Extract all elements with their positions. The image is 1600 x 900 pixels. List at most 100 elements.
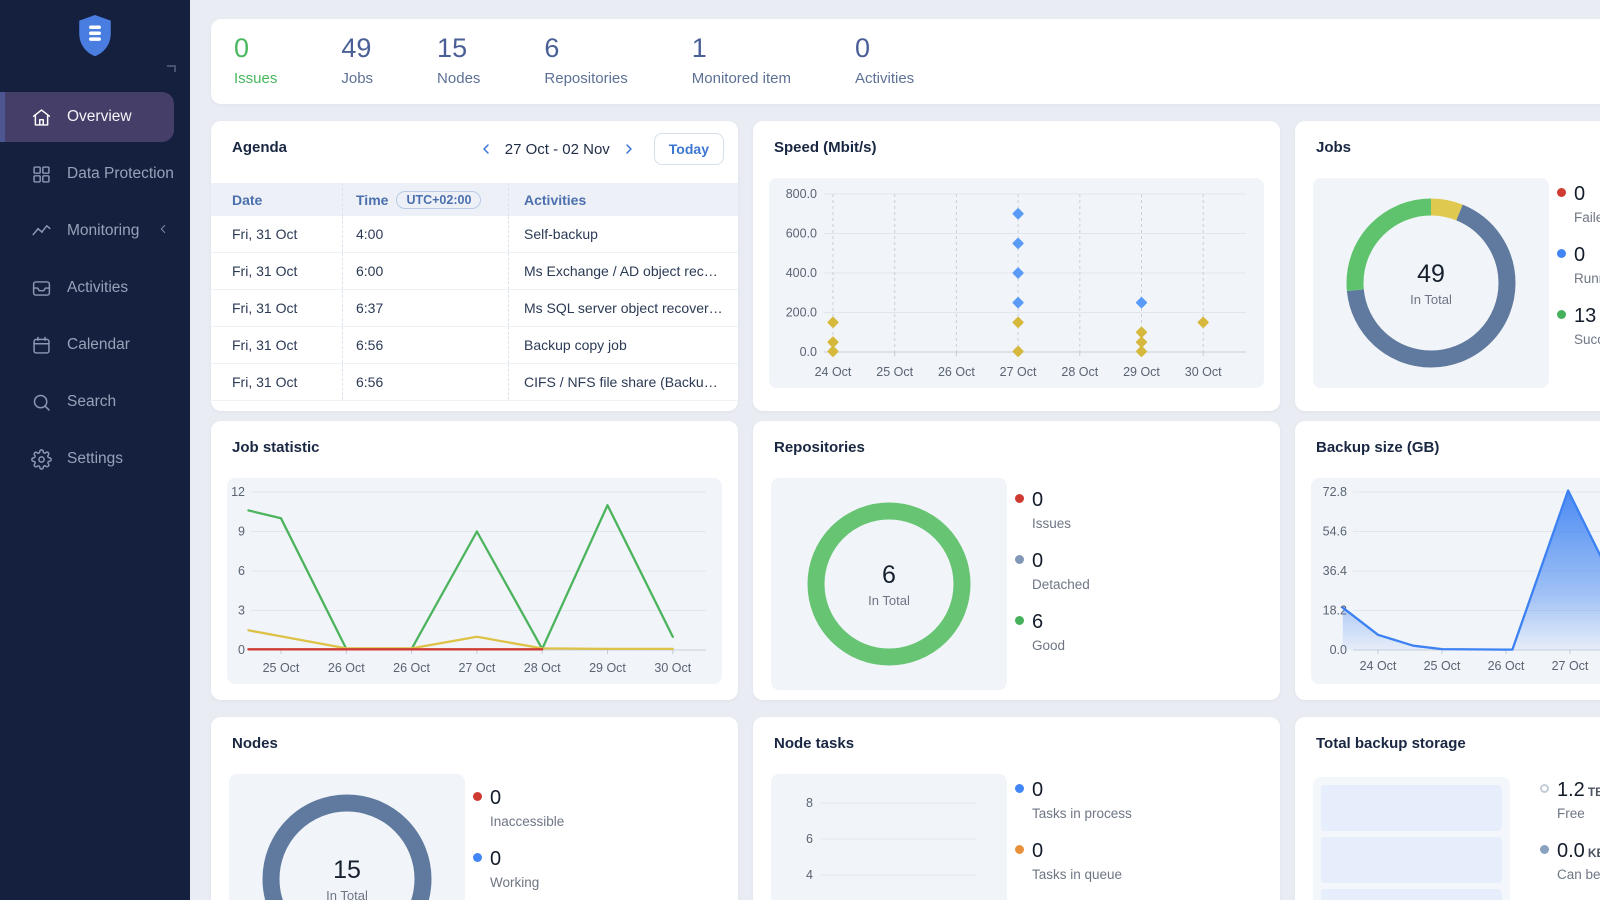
speed-scatter-chart: 0.0200.0400.0600.0800.024 Oct25 Oct26 Oc… bbox=[769, 178, 1264, 388]
svg-text:28 Oct: 28 Oct bbox=[524, 661, 561, 675]
sidebar-nav: Overview Data Protection Monitoring Acti… bbox=[0, 92, 190, 484]
svg-text:24 Oct: 24 Oct bbox=[815, 365, 852, 379]
stat-monitored-item[interactable]: 1 Monitored item bbox=[692, 32, 791, 87]
sidebar-item-monitoring[interactable]: Monitoring bbox=[0, 206, 190, 256]
svg-text:30 Oct: 30 Oct bbox=[654, 661, 691, 675]
repositories-total-label: In Total bbox=[868, 593, 910, 608]
node-tasks-card: Node tasks 02468 0 Tasks in process 0 Ta… bbox=[753, 717, 1280, 900]
legend-dot bbox=[1015, 616, 1024, 625]
legend-entry-issues: 0 Issues bbox=[1015, 489, 1265, 531]
legend-entry-running: 0 Running bbox=[1557, 244, 1600, 286]
search-icon bbox=[31, 392, 52, 413]
svg-text:30 Oct: 30 Oct bbox=[1185, 365, 1222, 379]
backup-size-card: Backup size (GB) 0.018.236.454.672.824 O… bbox=[1295, 421, 1600, 700]
legend-dot bbox=[473, 853, 482, 862]
svg-text:26 Oct: 26 Oct bbox=[1488, 659, 1525, 673]
speed-chart-panel: 0.0200.0400.0600.0800.024 Oct25 Oct26 Oc… bbox=[769, 178, 1264, 388]
svg-text:29 Oct: 29 Oct bbox=[1123, 365, 1160, 379]
legend-entry-failed: 0 Failed bbox=[1557, 183, 1600, 225]
legend-dot bbox=[473, 792, 482, 801]
job-statistic-line-chart: 03691225 Oct26 Oct26 Oct27 Oct28 Oct29 O… bbox=[227, 478, 722, 684]
repositories-donut-chart: 6 In Total bbox=[794, 489, 984, 679]
activity-icon bbox=[31, 221, 52, 242]
svg-text:9: 9 bbox=[238, 525, 245, 539]
sidebar-item-data-protection[interactable]: Data Protection bbox=[0, 149, 190, 199]
legend-dot bbox=[1540, 845, 1549, 854]
svg-text:800.0: 800.0 bbox=[786, 187, 817, 201]
svg-text:27 Oct: 27 Oct bbox=[1552, 659, 1589, 673]
storage-bars-panel bbox=[1313, 777, 1510, 900]
job-statistic-card: Job statistic 03691225 Oct26 Oct26 Oct27… bbox=[211, 421, 738, 700]
storage-bar bbox=[1321, 837, 1502, 883]
svg-text:6: 6 bbox=[238, 564, 245, 578]
repositories-title: Repositories bbox=[774, 439, 865, 456]
agenda-row[interactable]: Fri, 31 Oct 6:37 Ms SQL server object re… bbox=[211, 290, 738, 327]
legend-dot bbox=[1557, 310, 1566, 319]
sidebar-item-calendar[interactable]: Calendar bbox=[0, 320, 190, 370]
inbox-icon bbox=[31, 278, 52, 299]
sidebar-item-label: Settings bbox=[67, 450, 123, 468]
svg-text:25 Oct: 25 Oct bbox=[1424, 659, 1461, 673]
legend-dot bbox=[1557, 249, 1566, 258]
chevron-left-icon bbox=[478, 141, 494, 157]
chevron-right-icon bbox=[621, 141, 637, 157]
job-statistic-chart-panel: 03691225 Oct26 Oct26 Oct27 Oct28 Oct29 O… bbox=[227, 478, 722, 684]
svg-text:25 Oct: 25 Oct bbox=[876, 365, 913, 379]
legend-dot bbox=[1015, 494, 1024, 503]
job-statistic-title: Job statistic bbox=[232, 439, 320, 456]
nodes-total-label: In Total bbox=[326, 888, 368, 900]
grid-icon bbox=[31, 164, 52, 185]
column-header-time: Time UTC+02:00 bbox=[342, 183, 508, 216]
agenda-row[interactable]: Fri, 31 Oct 6:56 CIFS / NFS file share (… bbox=[211, 364, 738, 401]
sidebar-item-label: Monitoring bbox=[67, 222, 139, 240]
node-tasks-chart: 02468 bbox=[771, 774, 1007, 900]
nodes-card: Nodes 15 In Total 0 Inaccessible 0 Worki… bbox=[211, 717, 738, 900]
svg-text:29 Oct: 29 Oct bbox=[589, 661, 626, 675]
jobs-donut-panel: 49 In Total bbox=[1313, 178, 1549, 388]
sidebar-collapse-handle-icon[interactable] bbox=[167, 65, 176, 72]
agenda-date-range: 27 Oct - 02 Nov bbox=[505, 141, 610, 158]
stat-repositories[interactable]: 6 Repositories bbox=[544, 32, 627, 87]
agenda-prev-button[interactable] bbox=[476, 139, 496, 159]
today-button[interactable]: Today bbox=[654, 133, 724, 165]
svg-text:600.0: 600.0 bbox=[786, 227, 817, 241]
sidebar: Overview Data Protection Monitoring Acti… bbox=[0, 0, 190, 900]
svg-text:26 Oct: 26 Oct bbox=[393, 661, 430, 675]
agenda-date-nav: 27 Oct - 02 Nov Today bbox=[476, 133, 724, 165]
svg-text:200.0: 200.0 bbox=[786, 306, 817, 320]
backup-size-area-chart: 0.018.236.454.672.824 Oct25 Oct26 Oct27 … bbox=[1311, 478, 1600, 684]
repositories-legend: 0 Issues 0 Detached 6 Good bbox=[1015, 489, 1265, 672]
nodes-donut-panel: 15 In Total bbox=[229, 774, 465, 900]
jobs-total-label: In Total bbox=[1410, 292, 1452, 307]
sidebar-item-activities[interactable]: Activities bbox=[0, 263, 190, 313]
timezone-badge[interactable]: UTC+02:00 bbox=[396, 191, 481, 209]
agenda-row[interactable]: Fri, 31 Oct 6:00 Ms Exchange / AD object… bbox=[211, 253, 738, 290]
stat-jobs[interactable]: 49 Jobs bbox=[341, 32, 373, 87]
sidebar-item-settings[interactable]: Settings bbox=[0, 434, 190, 484]
jobs-card: Jobs 49 In Total 0 Failed 0 Running 13 S… bbox=[1295, 121, 1600, 411]
shield-logo-icon bbox=[74, 13, 116, 59]
nodes-total: 15 bbox=[333, 856, 361, 885]
jobs-donut-chart: 49 In Total bbox=[1336, 188, 1526, 378]
sidebar-item-label: Calendar bbox=[67, 336, 130, 354]
legend-entry-free: 1.2TB Free bbox=[1540, 779, 1600, 821]
nodes-donut-chart: 15 In Total bbox=[252, 784, 442, 900]
stat-issues[interactable]: 0 Issues bbox=[234, 32, 277, 87]
svg-text:12: 12 bbox=[231, 485, 245, 499]
sidebar-item-label: Search bbox=[67, 393, 116, 411]
agenda-next-button[interactable] bbox=[619, 139, 639, 159]
chevron-left-icon[interactable] bbox=[156, 222, 170, 241]
sidebar-item-search[interactable]: Search bbox=[0, 377, 190, 427]
stat-nodes[interactable]: 15 Nodes bbox=[437, 32, 480, 87]
sidebar-item-overview[interactable]: Overview bbox=[0, 92, 174, 142]
nodes-title: Nodes bbox=[232, 735, 278, 752]
legend-entry-can-be-reclaimed: 0.0KB Can be reclaimed bbox=[1540, 840, 1600, 882]
dashboard-screen: { "colors": { "accent_blue": "#3b77d2", … bbox=[0, 0, 1600, 900]
agenda-row[interactable]: Fri, 31 Oct 4:00 Self-backup bbox=[211, 216, 738, 253]
stat-activities[interactable]: 0 Activities bbox=[855, 32, 914, 87]
legend-dot bbox=[1015, 784, 1024, 793]
repositories-donut-panel: 6 In Total bbox=[771, 478, 1007, 690]
svg-text:26 Oct: 26 Oct bbox=[328, 661, 365, 675]
home-icon bbox=[31, 107, 52, 128]
agenda-row[interactable]: Fri, 31 Oct 6:56 Backup copy job bbox=[211, 327, 738, 364]
